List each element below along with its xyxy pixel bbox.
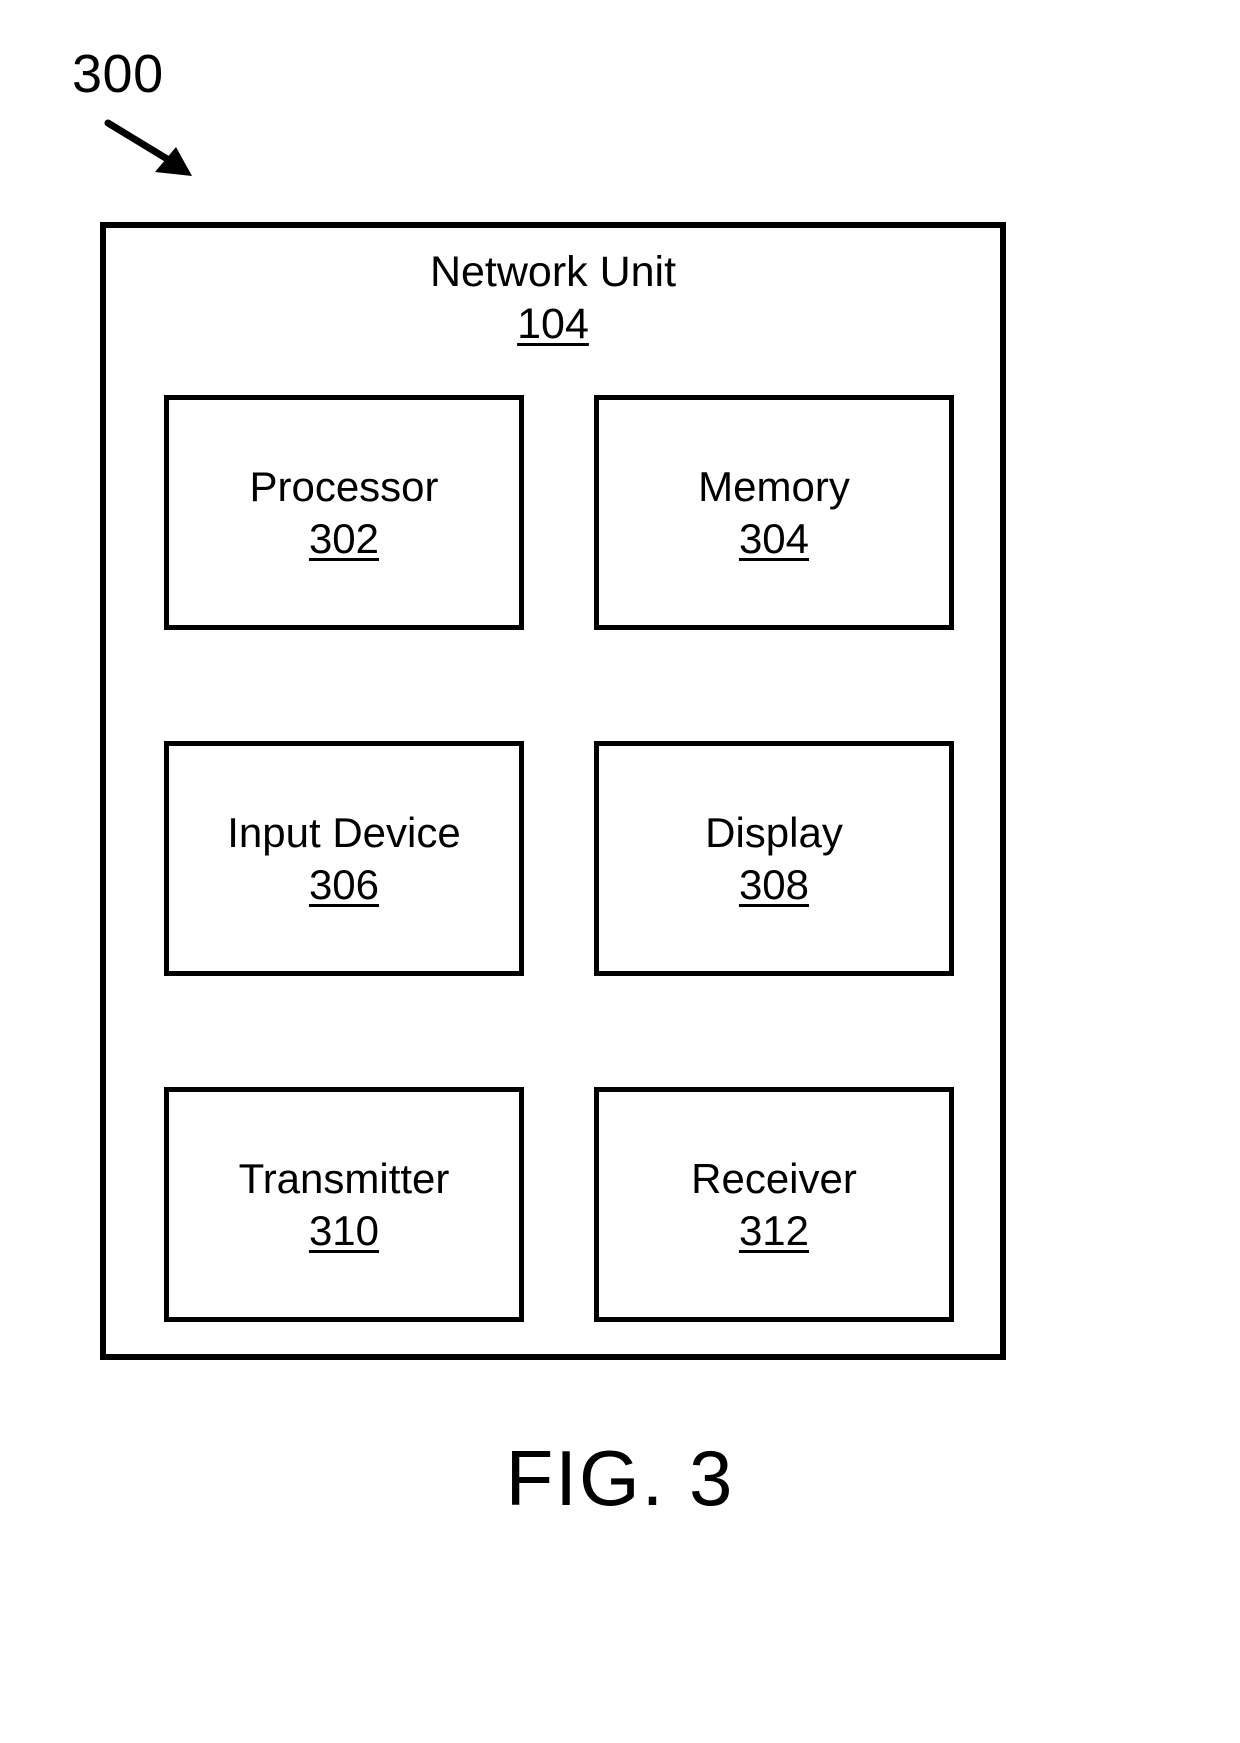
component-ref: 302: [308, 514, 380, 562]
network-unit-title: Network Unit: [429, 248, 677, 296]
figure-caption: FIG. 3: [505, 1434, 735, 1522]
component-box-display: Display 308: [594, 741, 954, 976]
component-title: Memory: [698, 462, 850, 510]
component-ref: 310: [308, 1206, 380, 1254]
component-box-receiver: Receiver 312: [594, 1087, 954, 1322]
component-box-transmitter: Transmitter 310: [164, 1087, 524, 1322]
component-ref: 312: [738, 1206, 810, 1254]
network-unit-ref: 104: [517, 300, 589, 348]
component-grid: Processor 302 Memory 304 Input Device 30…: [164, 395, 954, 1322]
component-title: Receiver: [691, 1154, 857, 1202]
figure-reference-numeral: 300: [72, 44, 164, 104]
component-box-memory: Memory 304: [594, 395, 954, 630]
component-title: Input Device: [227, 808, 461, 856]
component-title: Processor: [249, 462, 439, 510]
network-unit-header: Network Unit 104: [106, 246, 1000, 350]
network-unit-box: Network Unit 104 Processor 302 Memory 30…: [100, 222, 1006, 1360]
component-box-input-device: Input Device 306: [164, 741, 524, 976]
figure-reference-callout: 300: [60, 45, 320, 205]
component-title: Display: [705, 808, 843, 856]
component-ref: 304: [738, 514, 810, 562]
component-title: Transmitter: [238, 1154, 450, 1202]
component-box-processor: Processor 302: [164, 395, 524, 630]
component-ref: 306: [308, 860, 380, 908]
component-ref: 308: [738, 860, 810, 908]
